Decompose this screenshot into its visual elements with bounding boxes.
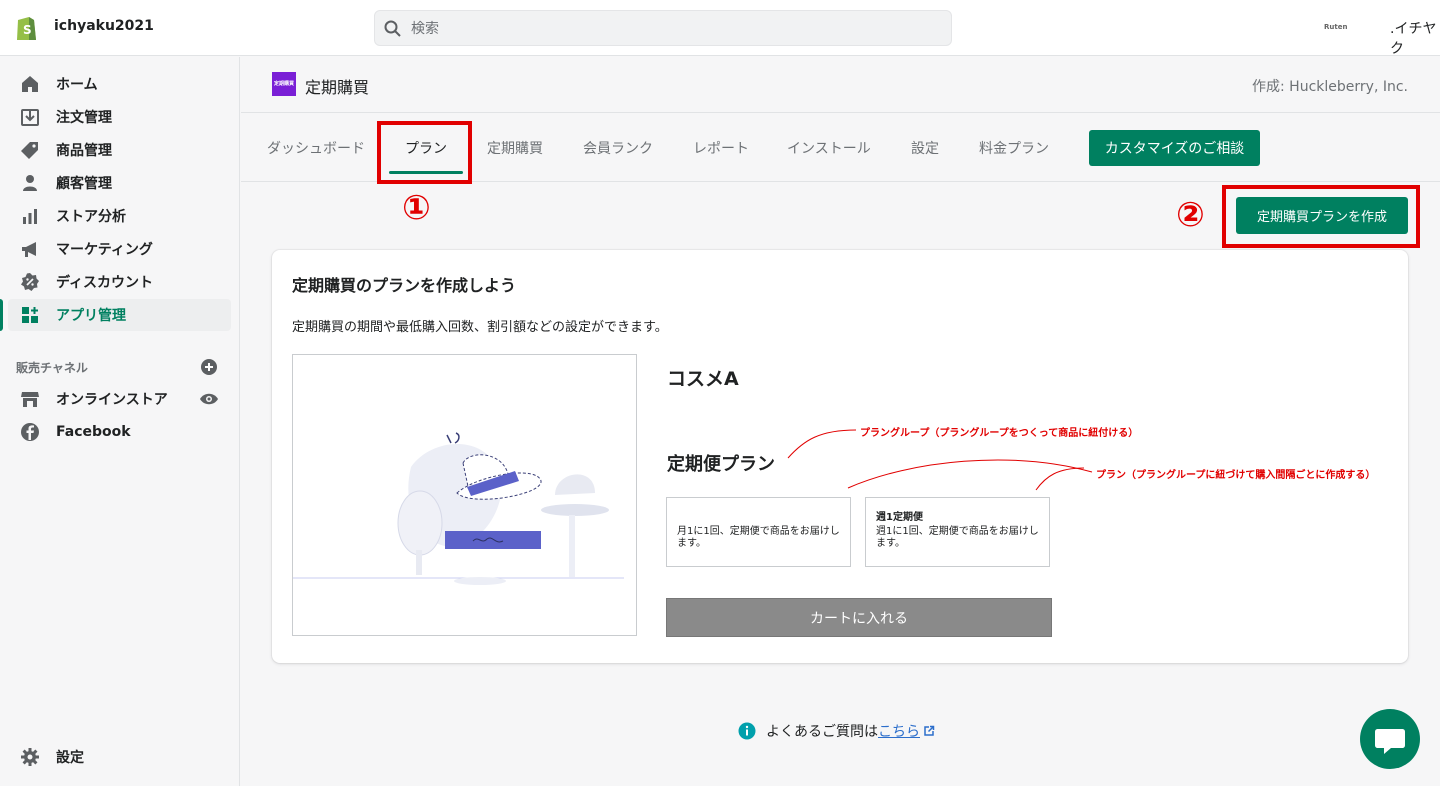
sidebar-item-discounts[interactable]: ディスカウント: [8, 266, 231, 298]
card-title: 定期購買のプランを作成しよう: [292, 276, 517, 295]
tab-subscriptions[interactable]: 定期購買: [487, 138, 543, 158]
search-icon: [384, 20, 401, 37]
sidebar-item-settings[interactable]: 設定: [8, 741, 231, 773]
hat-illustration: [292, 354, 637, 636]
plan-option-weekly[interactable]: 週1定期便 週1に1回、定期便で商品をお届けします。: [865, 497, 1050, 567]
sidebar-item-products[interactable]: 商品管理: [8, 134, 231, 166]
shopify-logo-icon[interactable]: S: [14, 14, 38, 42]
app-header: 定期購買 定期購買 作成: Huckleberry, Inc.: [241, 57, 1440, 113]
megaphone-icon: [20, 239, 40, 259]
consult-button[interactable]: カスタマイズのご相談: [1089, 130, 1260, 166]
plan-option-description: 月1に1回、定期便で商品をお届けします。: [677, 526, 840, 549]
plan-option-title: [677, 508, 840, 520]
ruten-logo: Ruten: [1324, 23, 1348, 31]
eye-icon[interactable]: [199, 392, 219, 406]
sidebar-item-label: 顧客管理: [56, 176, 112, 192]
store-menu[interactable]: .イチヤク: [1390, 18, 1440, 58]
card-description: 定期購買の期間や最低購入回数、割引額などの設定ができます。: [292, 320, 668, 335]
sidebar-item-apps[interactable]: アプリ管理: [8, 299, 231, 331]
annotation-number-1: ①: [402, 188, 431, 228]
tag-icon: [20, 140, 40, 160]
tab-dashboard[interactable]: ダッシュボード: [267, 138, 365, 158]
sidebar-item-label: 注文管理: [56, 110, 112, 126]
sidebar-item-label: 設定: [56, 750, 84, 766]
plan-option-description: 週1に1回、定期便で商品をお届けします。: [876, 526, 1039, 549]
gear-icon: [20, 747, 40, 767]
sidebar-item-analytics[interactable]: ストア分析: [8, 200, 231, 232]
top-bar: S ichyaku2021 Ruten .イチヤク: [0, 0, 1440, 58]
add-to-cart-button[interactable]: カートに入れる: [666, 598, 1052, 637]
app-author: 作成: Huckleberry, Inc.: [1252, 79, 1408, 95]
discount-icon: [20, 272, 40, 292]
create-plan-button[interactable]: 定期購買プランを作成: [1236, 197, 1408, 234]
add-channel-icon[interactable]: [200, 358, 218, 376]
plan-group-name: 定期便プラン: [667, 454, 775, 475]
sidebar-item-label: 商品管理: [56, 143, 112, 159]
faq-text: よくあるご質問は: [766, 724, 878, 740]
search-bar[interactable]: [374, 10, 952, 46]
sidebar-item-label: ディスカウント: [56, 275, 154, 291]
facebook-icon: [20, 422, 40, 442]
active-indicator: [0, 299, 3, 331]
search-input[interactable]: [411, 19, 931, 39]
tab-settings[interactable]: 設定: [911, 138, 939, 158]
plan-option-title: 週1定期便: [876, 512, 923, 523]
sidebar-item-label: マーケティング: [56, 242, 153, 258]
sales-channels-title: 販売チャネル: [16, 361, 88, 375]
annotation-plan: プラン（プラングループに紐づけて購入間隔ごとに作成する）: [1096, 470, 1376, 481]
chat-bubble-icon: [1375, 729, 1405, 754]
sidebar-item-label: ストア分析: [56, 209, 126, 225]
sidebar-item-online-store[interactable]: オンラインストア: [8, 383, 231, 415]
store-name[interactable]: ichyaku2021: [54, 18, 154, 34]
app-logo: 定期購買: [272, 72, 296, 96]
tab-install[interactable]: インストール: [787, 138, 871, 158]
sidebar-item-facebook[interactable]: Facebook: [8, 416, 231, 448]
store-icon: [20, 389, 40, 409]
sidebar-item-customers[interactable]: 顧客管理: [8, 167, 231, 199]
orders-icon: [20, 107, 40, 127]
sidebar-item-label: ホーム: [56, 77, 98, 93]
svg-text:S: S: [23, 23, 32, 37]
product-title: コスメA: [667, 368, 739, 390]
sidebar-item-label: アプリ管理: [56, 308, 126, 324]
home-icon: [20, 74, 40, 94]
tab-report[interactable]: レポート: [693, 138, 749, 158]
sidebar-item-marketing[interactable]: マーケティング: [8, 233, 231, 265]
sidebar-item-label: Facebook: [56, 424, 131, 440]
sidebar-item-home[interactable]: ホーム: [8, 68, 231, 100]
faq-link[interactable]: こちら: [878, 721, 920, 741]
tab-member-rank[interactable]: 会員ランク: [583, 138, 653, 158]
sidebar-item-label: オンラインストア: [56, 392, 168, 408]
sidebar-item-orders[interactable]: 注文管理: [8, 101, 231, 133]
tab-pricing[interactable]: 料金プラン: [979, 138, 1049, 158]
bar-chart-icon: [20, 206, 40, 226]
annotation-plan-group: プラングループ（プラングループをつくって商品に紐付ける）: [860, 428, 1139, 439]
info-icon: [738, 722, 756, 740]
annotation-box-1: [377, 121, 472, 184]
person-icon: [20, 173, 40, 193]
plan-option-monthly[interactable]: 月1に1回、定期便で商品をお届けします。: [666, 497, 851, 567]
app-title: 定期購買: [305, 78, 370, 97]
annotation-number-2: ②: [1176, 195, 1205, 235]
chat-button[interactable]: [1360, 709, 1420, 769]
apps-icon: [20, 305, 40, 325]
faq-line: よくあるご質問は こちら: [738, 721, 935, 741]
external-link-icon: [924, 725, 935, 736]
intro-card: 定期購買のプランを作成しよう 定期購買の期間や最低購入回数、割引額などの設定がで…: [272, 250, 1408, 663]
sidebar: ホーム 注文管理 商品管理 顧客管理 ストア分析 マーケティング ディスカウント…: [0, 57, 240, 786]
